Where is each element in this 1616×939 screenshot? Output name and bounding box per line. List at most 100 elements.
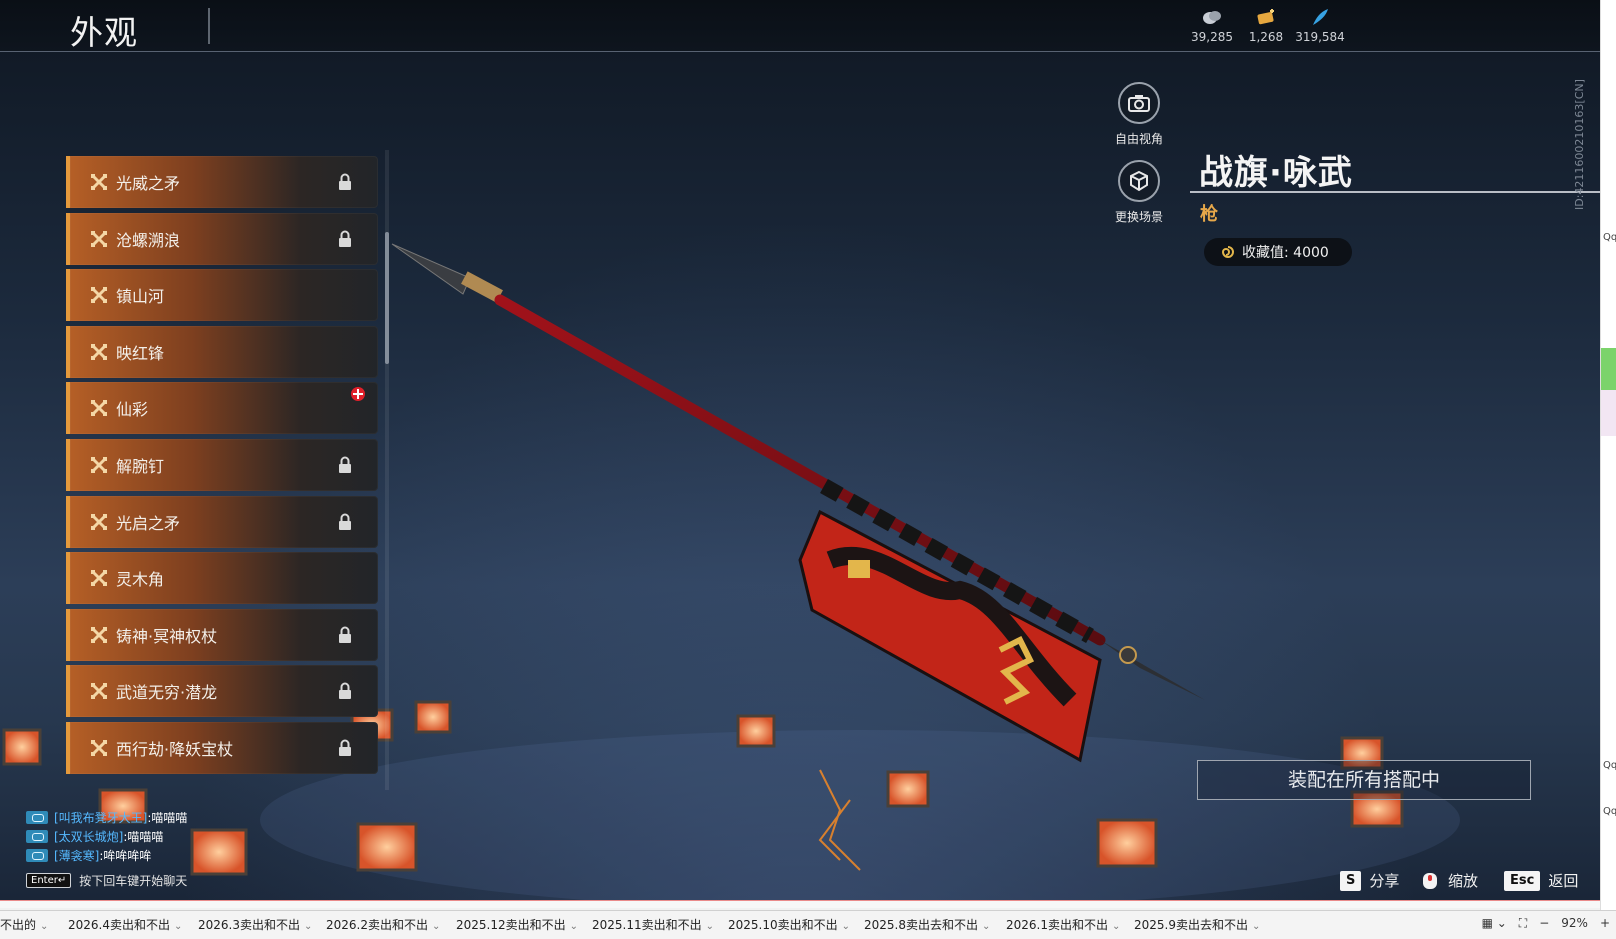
chat-channel-icon — [26, 811, 48, 824]
sheet-tab-label: 2025.10卖出和不出 — [728, 918, 838, 932]
list-item[interactable]: 灵木角 — [66, 552, 378, 605]
chat-sender[interactable]: [叫我布凳牙大王] — [54, 809, 147, 826]
chat-line: [叫我布凳牙大王] :喵喵喵 — [26, 808, 187, 827]
sheet-tab-label: 2026.1卖出和不出 — [1006, 918, 1108, 932]
spreadsheet-row — [0, 900, 1600, 908]
list-item[interactable]: 光启之矛 — [66, 495, 378, 548]
cube-icon — [1118, 160, 1160, 202]
sheet-tab-bar: 不出的 ⌄ 2026.4卖出和不出 ⌄ 2026.3卖出和不出 ⌄ 2026.2卖出和不出 ⌄… — [0, 910, 1616, 939]
lock-icon — [339, 682, 351, 700]
page-title: 外观 — [70, 13, 138, 52]
list-item-label: 西行劫·降妖宝杖 — [116, 740, 234, 759]
sheet-tab[interactable]: 2026.4卖出和不出 ⌄ — [68, 916, 182, 933]
collect-value-text: 收藏值: 4000 — [1242, 245, 1329, 261]
zoom-in-button[interactable]: + — [1600, 916, 1610, 931]
back-label: 返回 — [1548, 872, 1579, 890]
chat-hint-text: 按下回车键开始聊天 — [79, 874, 188, 888]
crossed-weapons-icon — [91, 570, 107, 587]
share-label: 分享 — [1369, 872, 1400, 890]
item-id-text: ID:4211600210163[CN] — [1573, 79, 1586, 210]
lock-icon — [339, 230, 351, 247]
currency-silver: 39,285 — [1182, 8, 1242, 44]
chat-message: :喵喵喵 — [123, 830, 164, 844]
sheet-cell-text: Qq — [1603, 760, 1616, 771]
chevron-down-icon: ⌄ — [1252, 921, 1261, 932]
silver-coin-icon — [1203, 11, 1221, 24]
sheet-tab-label: 2025.9卖出去和不出 — [1134, 918, 1248, 932]
sheet-tab[interactable]: 不出的 ⌄ — [0, 916, 48, 933]
enter-key-badge: Enter↵ — [26, 873, 72, 888]
crossed-weapons-icon — [91, 174, 107, 190]
lock-icon — [339, 173, 351, 190]
list-item-label: 解腕钉 — [116, 457, 165, 476]
sheet-tab[interactable]: 2025.10卖出和不出 ⌄ — [728, 916, 850, 933]
sheet-tab[interactable]: 2026.1卖出和不出 ⌄ — [1006, 916, 1120, 933]
currency-ticket: 1,268 — [1236, 8, 1296, 44]
list-item[interactable]: 解腕钉 — [66, 439, 378, 491]
list-item[interactable]: 武道无穷·潜龙 — [66, 665, 378, 718]
chat-enter-hint[interactable]: Enter↵ 按下回车键开始聊天 — [26, 872, 187, 889]
zoom-controls: ▦ ⌄ ⛶ − 92% + — [1482, 916, 1616, 931]
list-item[interactable]: 铸神·冥神权杖 — [66, 608, 378, 661]
chevron-down-icon: ⌄ — [304, 921, 313, 932]
crossed-weapons-icon — [91, 230, 107, 247]
currency-silver-value: 39,285 — [1191, 30, 1233, 44]
list-item[interactable]: 沧螺溯浪 — [66, 212, 378, 265]
lock-icon — [339, 626, 351, 643]
camera-icon — [1118, 82, 1160, 124]
list-item-label: 灵木角 — [116, 570, 165, 590]
chat-channel-icon — [26, 830, 48, 843]
background-sheet-edge: Qq Qq Qq — [1600, 0, 1616, 910]
list-item[interactable]: 映红锋 — [66, 325, 378, 378]
sheet-tab-label: 2025.11卖出和不出 — [592, 918, 702, 932]
chevron-down-icon: ⌄ — [705, 921, 715, 932]
sheet-pink-cell — [1601, 390, 1616, 436]
spear-butt — [1100, 640, 1205, 700]
fullscreen-icon[interactable]: ⛶ — [1519, 916, 1527, 931]
title-divider — [208, 8, 210, 44]
list-item[interactable]: 仙彩 — [66, 382, 378, 435]
list-item[interactable]: 光威之矛 — [66, 156, 378, 208]
share-hotkey[interactable]: S 分享 — [1340, 870, 1399, 891]
chat-line: [薄衾寒] :哞哞哞哞 — [26, 846, 187, 865]
list-item-label: 映红锋 — [116, 343, 165, 363]
sheet-tab-label: 不出的 — [0, 918, 37, 932]
list-item-label: 武道无穷·潜龙 — [116, 683, 218, 703]
chat-message: :哞哞哞哞 — [99, 849, 152, 863]
zoom-hotkey[interactable]: 缩放 — [1420, 870, 1478, 891]
list-item[interactable]: 西行劫·降妖宝杖 — [66, 722, 378, 774]
sheet-tab[interactable]: 2025.12卖出和不出 ⌄ — [456, 916, 578, 933]
chat-channel-icon — [26, 849, 48, 862]
zoom-level[interactable]: 92% — [1561, 916, 1588, 931]
list-item-label: 仙彩 — [116, 400, 149, 420]
list-item[interactable]: 镇山河 — [66, 269, 378, 322]
chat-sender[interactable]: [太双长城炮] — [54, 828, 123, 845]
chevron-down-icon: ⌄ — [982, 921, 991, 932]
sheet-tab[interactable]: 2025.8卖出去和不出 ⌄ — [864, 916, 990, 933]
change-scene-button[interactable]: 更换场景 — [1104, 160, 1174, 225]
sheet-tab[interactable]: 2025.9卖出去和不出 ⌄ — [1134, 916, 1260, 933]
back-hotkey[interactable]: Esc 返回 — [1504, 870, 1578, 891]
zoom-out-button[interactable]: − — [1539, 916, 1549, 931]
name-underline — [1190, 191, 1600, 193]
crossed-weapons-icon — [91, 287, 107, 304]
list-scrollbar[interactable] — [385, 232, 389, 364]
free-view-button[interactable]: 自由视角 — [1104, 82, 1174, 147]
sheet-tab[interactable]: 2026.3卖出和不出 ⌄ — [198, 916, 312, 933]
crossed-weapons-icon — [91, 626, 107, 643]
crossed-weapons-icon — [91, 343, 107, 360]
currency-ticket-value: 1,268 — [1248, 30, 1284, 44]
chat-sender[interactable]: [薄衾寒] — [54, 847, 99, 864]
change-scene-label: 更换场景 — [1114, 210, 1163, 224]
sheet-tab-label: 2026.3卖出和不出 — [198, 918, 300, 932]
lock-icon — [339, 513, 351, 530]
chevron-down-icon: ⌄ — [174, 921, 183, 932]
chevron-down-icon: ⌄ — [40, 921, 49, 932]
zoom-label: 缩放 — [1448, 872, 1479, 890]
sheet-tab[interactable]: 2025.11卖出和不出 ⌄ — [592, 916, 714, 933]
sheet-tab[interactable]: 2026.2卖出和不出 ⌄ — [326, 916, 440, 933]
blue-feather-icon — [1313, 9, 1328, 25]
equip-all-outfits-button[interactable]: 装配在所有搭配中 — [1197, 760, 1531, 800]
view-mode-icon[interactable]: ▦ ⌄ — [1482, 916, 1507, 931]
chevron-down-icon: ⌄ — [1112, 921, 1121, 932]
